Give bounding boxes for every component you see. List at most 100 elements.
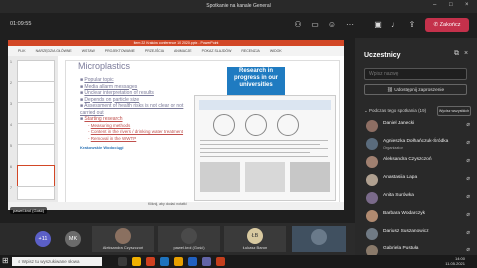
ribbon-tab[interactable]: PROJEKTOWANIE (105, 49, 135, 53)
call-timer: 01:09:55 (10, 21, 32, 27)
participant-video-tile[interactable] (292, 226, 346, 252)
participant-row[interactable]: Aleksandra Czyszczoń ⌀ (364, 154, 474, 172)
popout-icon[interactable]: ⧉ (454, 50, 459, 58)
thumb-number: 2 (10, 81, 12, 85)
avatar (366, 245, 378, 255)
participant-name: Barbara Wodarczyk (383, 211, 426, 216)
taskbar-search-input[interactable]: ⌕ Wpisz tu wyszukiwane słowa (12, 257, 102, 266)
avatar (366, 174, 378, 186)
participant-tile[interactable]: pawel.krol (Gość) (158, 226, 220, 252)
slide-thumbnail[interactable] (17, 186, 55, 200)
paper-logos-band (199, 100, 331, 110)
paper-figure (245, 162, 285, 192)
mic-off-icon[interactable]: ♩ (389, 19, 401, 31)
mic-muted-icon: ⌀ (466, 140, 470, 146)
ribbon-tab[interactable]: WIDOK (270, 49, 282, 53)
ribbon-tab[interactable]: NARZĘDZIA GŁÓWNE (36, 49, 72, 53)
participant-tile[interactable]: ŁB Łukasz Baron (224, 226, 286, 252)
close-window-icon[interactable]: × (465, 2, 469, 8)
chrome-icon[interactable] (174, 257, 183, 266)
word-icon[interactable] (188, 257, 197, 266)
participant-row[interactable]: Daniel Janecki ⌀ (364, 118, 474, 136)
avatar (366, 156, 378, 168)
share-screen-icon[interactable]: ⇪ (406, 19, 418, 31)
minimize-icon[interactable]: – (433, 2, 436, 8)
thumb-number: 3 (10, 102, 12, 106)
file-explorer-icon[interactable] (132, 257, 141, 266)
reactions-icon[interactable]: ☺ (326, 19, 338, 31)
mic-muted-icon: ⌀ (466, 158, 470, 164)
participant-name: Aleksandra Czyszczoń (102, 245, 144, 250)
avatar (115, 228, 131, 244)
ribbon-tab[interactable]: PLIK (18, 49, 26, 53)
section-header[interactable]: ⌄ Podczas tego spotkania (19) (364, 108, 426, 114)
slide-thumbnail[interactable] (17, 102, 55, 124)
thumb-number: 7 (10, 186, 12, 190)
system-clock[interactable]: 14:00 11.05.2021 (445, 256, 465, 266)
thumb-number: 4 (10, 123, 12, 127)
mic-muted-icon: ⌀ (466, 230, 470, 236)
university-seal (213, 114, 235, 136)
ribbon-tab[interactable]: ANIMACJE (174, 49, 192, 53)
participant-tile[interactable]: MK (62, 226, 84, 252)
participant-name: Daniel Janecki (383, 121, 415, 126)
participants-icon[interactable]: ⚇ (292, 19, 304, 31)
notes-bar[interactable]: Kliknij, aby dodać notatki (8, 202, 344, 210)
avatar: MK (65, 231, 81, 247)
maximize-icon[interactable]: □ (449, 2, 453, 8)
participant-tile[interactable]: Aleksandra Czyszczoń (92, 226, 154, 252)
participant-row[interactable]: Agnieszka Dołhańczuk-Śródka Organizator … (364, 136, 474, 154)
slide-thumbnail[interactable] (17, 60, 55, 82)
ribbon-tab[interactable]: POKAZ SLAJDÓW (202, 49, 232, 53)
mic-muted-icon: ⌀ (466, 176, 470, 182)
participant-row[interactable]: Anita Surówka ⌀ (364, 190, 474, 208)
start-icon[interactable]: ⊞ (2, 256, 9, 265)
slide-thumbnail[interactable] (17, 144, 55, 166)
more-actions-icon[interactable]: ··· (344, 19, 356, 31)
task-view-icon[interactable] (118, 257, 127, 266)
camera-off-icon[interactable]: ▣ (372, 19, 384, 31)
title-bar: Spotkanie na kanale General – □ × (0, 0, 477, 13)
ribbon-tab[interactable]: RECENZJA (241, 49, 259, 53)
participant-row[interactable]: Barbara Wodarczyk ⌀ (364, 208, 474, 226)
clock-date: 11.05.2021 (445, 261, 465, 266)
slide-thumbnail[interactable] (17, 81, 55, 103)
bullet: Popular topic (84, 77, 114, 83)
chat-icon[interactable]: ▭ (309, 19, 321, 31)
participant-row[interactable]: Dariusz Suszanowicz ⌀ (364, 226, 474, 244)
call-toolbar: 01:09:55 ⚇ ▭ ☺ ··· ▣ ♩ ⇪ ✆ Zakończ (0, 13, 477, 38)
paper-page-image (194, 95, 336, 201)
share-invite-button[interactable]: ⛓ Udostępnij zaproszenie (364, 84, 467, 95)
participant-name: Dariusz Suszanowicz (383, 229, 429, 234)
participant-name: Agnieszka Dołhańczuk-Śródka (383, 139, 449, 144)
participant-role: Organizator (383, 146, 403, 150)
bullet: Starting research (84, 116, 123, 122)
teams-icon[interactable] (202, 257, 211, 266)
ribbon-tab[interactable]: WSTAW (82, 49, 95, 53)
ribbon-tab[interactable]: PRZEJŚCIA (145, 49, 164, 53)
overflow-tile[interactable]: +11 (32, 226, 54, 252)
bullet: Media allarm messages (84, 83, 138, 90)
close-panel-icon[interactable]: × (464, 50, 468, 57)
thumb-number: 1 (10, 60, 12, 64)
avatar (181, 228, 197, 244)
participant-name: Aleksandra Czyszczoń (383, 157, 432, 162)
participant-name: pawel.krol (Gość) (173, 245, 205, 250)
current-slide: Microplastics ■ Popular topic ■ Media al… (65, 60, 340, 204)
leave-button[interactable]: ✆ Zakończ (425, 18, 469, 32)
taskbar-search-placeholder: Wpisz tu wyszukiwane słowa (21, 259, 80, 264)
participant-row[interactable]: Anastasiia Lapa ⌀ (364, 172, 474, 190)
powerpoint-icon[interactable] (216, 257, 225, 266)
sub-bullet: Content in the rivers / drinking water t… (90, 129, 184, 134)
mute-all-button[interactable]: Wycisz wszystkich (437, 106, 471, 116)
sub-bullet: Removal in the WWTP (90, 135, 137, 141)
outlook-icon[interactable] (160, 257, 169, 266)
office-icon[interactable] (146, 257, 155, 266)
slide-thumbnail[interactable] (17, 123, 55, 145)
panel-title: Uczestnicy (364, 52, 401, 59)
slide-thumbnail-selected[interactable] (17, 165, 55, 187)
slide-title: Microplastics (78, 61, 131, 71)
avatar (366, 228, 378, 240)
participant-row[interactable]: Gabriela Pustuła ⌀ (364, 243, 474, 255)
participant-search-input[interactable] (364, 68, 467, 80)
